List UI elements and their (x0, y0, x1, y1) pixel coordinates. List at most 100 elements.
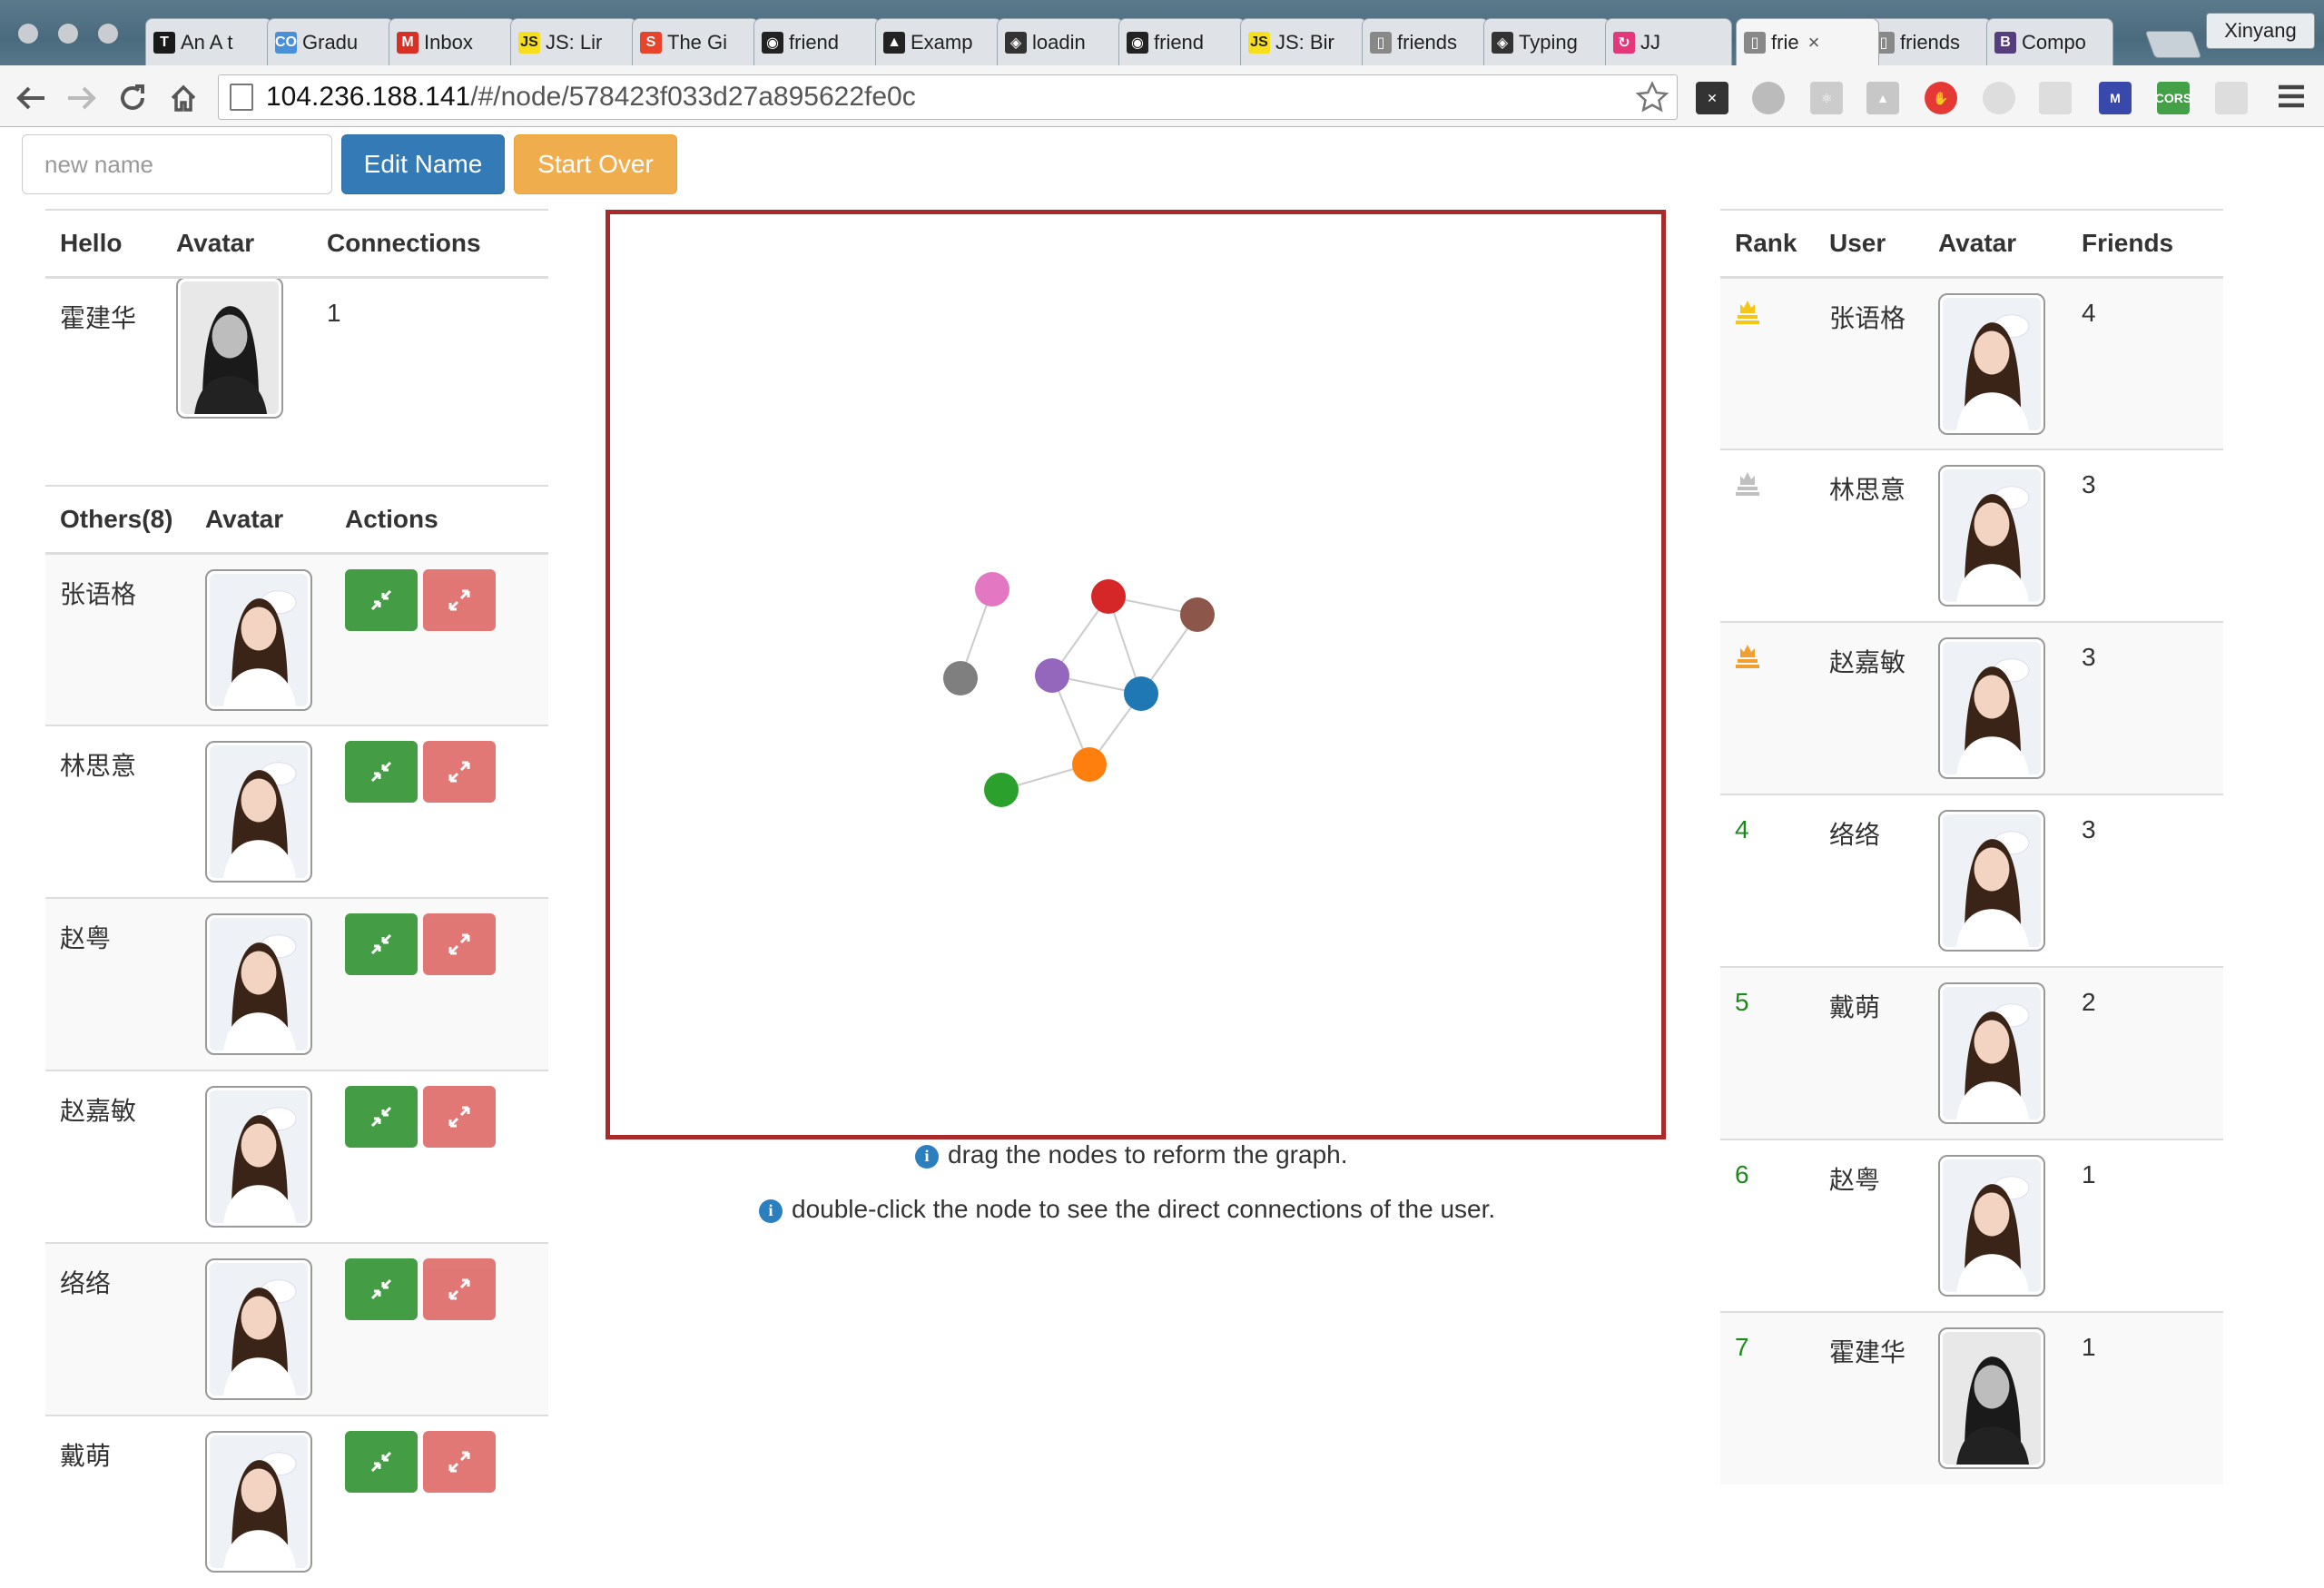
browser-tab[interactable]: ▲ Examp (875, 18, 1002, 65)
x-extension-icon[interactable]: ✕ (1696, 82, 1728, 114)
rank-number: 6 (1735, 1160, 1749, 1189)
connect-button[interactable] (345, 1431, 418, 1493)
info-icon: i (759, 1198, 783, 1223)
graph-node-red[interactable] (1091, 579, 1126, 614)
friend-avatar (205, 1431, 312, 1573)
disconnect-button[interactable] (423, 741, 496, 803)
page-icon (230, 84, 253, 111)
new-tab-button[interactable] (2144, 31, 2202, 58)
table-row: 4 络络 3 (1720, 794, 2223, 967)
react-extension-icon[interactable]: ⚛ (1810, 82, 1843, 114)
menu-icon[interactable] (2273, 78, 2309, 114)
expand-icon (448, 1451, 470, 1473)
browser-tab[interactable]: ◈ Typing (1483, 18, 1610, 65)
tab-title: frie (1771, 30, 1799, 54)
browser-tab[interactable]: S The Gi (632, 18, 759, 65)
table-row: 络络 (45, 1243, 548, 1415)
window-minimize-dot[interactable] (58, 24, 78, 44)
browser-tab[interactable]: T An A t (145, 18, 272, 65)
disconnect-button[interactable] (423, 1086, 496, 1148)
browser-tab[interactable]: ↻ JJ (1605, 18, 1732, 65)
home-icon[interactable] (165, 80, 202, 116)
tab-close-icon[interactable]: × (1808, 31, 1820, 54)
info-icon: i (915, 1144, 939, 1169)
browser-tab[interactable]: ◈ loadin (997, 18, 1124, 65)
browser-tab[interactable]: B Compo (1986, 18, 2113, 65)
browser-tab[interactable]: ▯ friends (1865, 18, 1992, 65)
connect-button[interactable] (345, 913, 418, 975)
graph-node-brown[interactable] (1180, 597, 1215, 632)
m-extension-icon[interactable]: M (2099, 82, 2132, 114)
forward-icon[interactable] (64, 80, 100, 116)
ranked-user-name: 林思意 (1829, 476, 1906, 504)
disconnect-button[interactable] (423, 1258, 496, 1320)
friends-header: Friends (2082, 228, 2174, 257)
browser-tab[interactable]: ▯ friends (1362, 18, 1489, 65)
graph-node-green[interactable] (984, 773, 1019, 807)
profile-button[interactable]: Xinyang (2206, 13, 2315, 49)
browser-tab[interactable]: M Inbox (389, 18, 516, 65)
graph-node-pink[interactable] (975, 572, 1009, 607)
compress-icon (370, 1451, 392, 1473)
window-close-dot[interactable] (18, 24, 38, 44)
connect-button[interactable] (345, 568, 418, 631)
graph-node-orange[interactable] (1072, 747, 1107, 782)
browser-tab[interactable]: ◉ friend (1118, 18, 1246, 65)
connect-button[interactable] (345, 1258, 418, 1320)
silver-medal-icon (1736, 472, 1759, 496)
friend-avatar (205, 568, 312, 711)
ranked-user-name: 络络 (1829, 821, 1881, 849)
compress-icon (370, 761, 392, 783)
expand-icon (448, 589, 470, 610)
start-over-button[interactable]: Start Over (514, 134, 677, 194)
browser-tab[interactable]: ◉ friend (753, 18, 881, 65)
disconnect-button[interactable] (423, 568, 496, 631)
rank-number: 4 (1735, 815, 1749, 843)
disabled-extension-icon[interactable] (1983, 82, 2015, 114)
actions-header: Actions (345, 504, 438, 533)
graph-node-purple[interactable] (1035, 658, 1069, 693)
puzzle-extension-icon[interactable] (2039, 82, 2072, 114)
graph-node-blue[interactable] (1124, 676, 1158, 711)
adblock-extension-icon[interactable]: ✋ (1925, 82, 1957, 114)
tab-title: friend (789, 30, 840, 54)
friend-graph-canvas[interactable] (606, 210, 1666, 1139)
pdf-extension-icon[interactable] (2215, 82, 2248, 114)
friend-graph-svg[interactable] (610, 214, 1661, 1135)
ranked-user-avatar (1938, 465, 2045, 607)
tab-favicon-icon: ▲ (883, 31, 905, 54)
bookmark-star-icon[interactable] (1634, 80, 1670, 116)
cors-extension-icon[interactable]: CORS (2155, 82, 2191, 114)
browser-tab-strip: T An A t CO Gradu M Inbox JS JS: Lir S The Gi ◉ fri… (0, 0, 2324, 65)
window-zoom-dot[interactable] (98, 24, 118, 44)
browser-tab[interactable]: JS JS: Bir (1240, 18, 1367, 65)
disconnect-button[interactable] (423, 1431, 496, 1493)
edit-name-button[interactable]: Edit Name (341, 134, 505, 194)
reload-icon[interactable] (114, 80, 151, 116)
friend-avatar (205, 1258, 312, 1400)
rank-list: 张语格 4 林思意 3 赵嘉敏 3 4 络络 3 5 戴萌 2 6 赵粤 1 7 霍建华 1 (1720, 277, 2223, 1484)
ranked-user-avatar (1938, 982, 2045, 1124)
address-bar[interactable]: 104.236.188.141/#/node/578423f033d27a895… (218, 74, 1678, 120)
rank-header: Rank (1735, 228, 1797, 257)
connect-button[interactable] (345, 741, 418, 803)
circle-extension-icon[interactable] (1752, 82, 1785, 114)
tab-title: Examp (911, 30, 973, 54)
graph-node-gray[interactable] (943, 661, 978, 695)
disconnect-button[interactable] (423, 913, 496, 975)
friend-avatar (205, 913, 312, 1055)
back-icon[interactable] (13, 80, 49, 116)
browser-tab[interactable]: CO Gradu (267, 18, 394, 65)
others-list: 张语格 林思意 赵粤 赵嘉敏 络络 戴萌 (45, 553, 548, 1588)
drive-extension-icon[interactable]: ▲ (1866, 82, 1899, 114)
tab-title: JS: Bir (1275, 30, 1334, 54)
tab-favicon-icon: JS (1248, 31, 1270, 54)
friend-count: 1 (2082, 1333, 2096, 1361)
gold-medal-icon (1736, 300, 1759, 324)
new-name-input[interactable] (22, 134, 332, 194)
browser-tab[interactable]: ▯ frie × (1736, 18, 1879, 65)
table-row: 林思意 (45, 725, 548, 898)
drag-hint-text: drag the nodes to reform the graph. (948, 1140, 1348, 1169)
browser-tab[interactable]: JS JS: Lir (510, 18, 637, 65)
connect-button[interactable] (345, 1086, 418, 1148)
